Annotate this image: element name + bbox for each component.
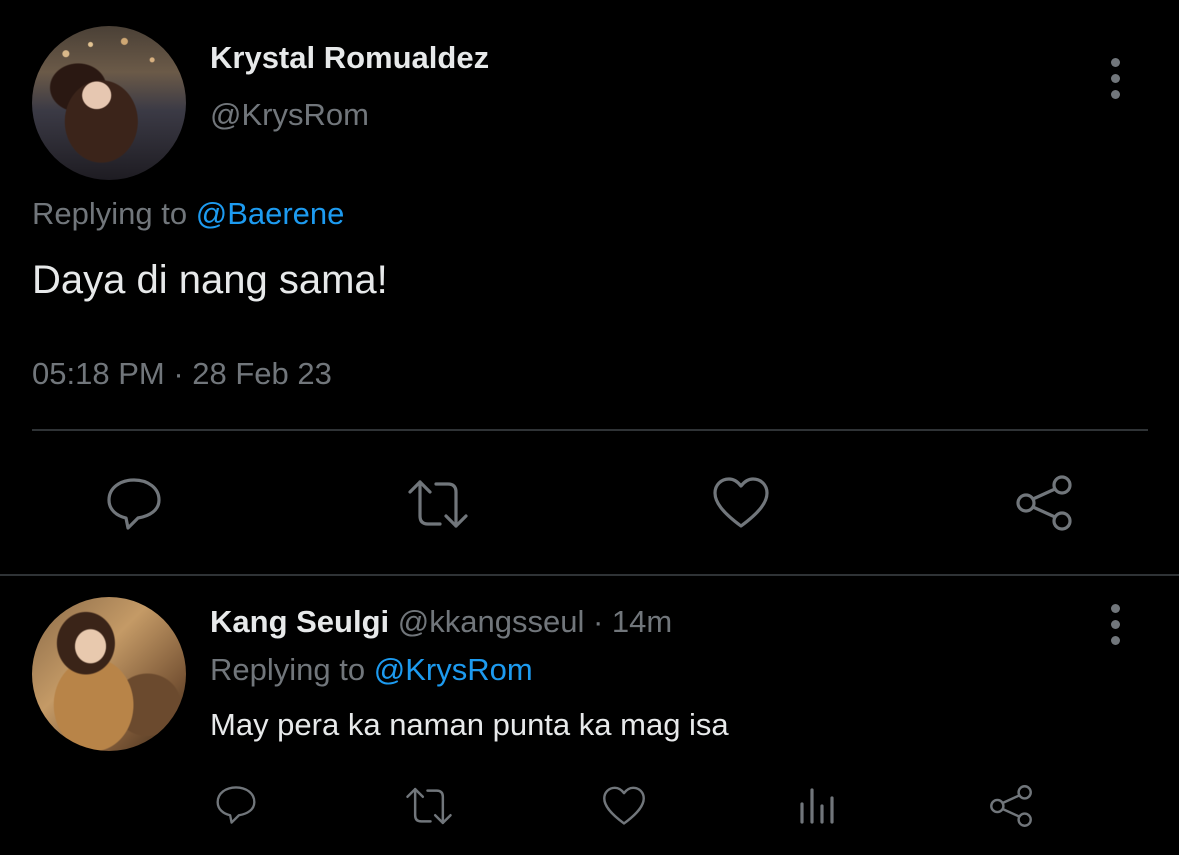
reply-replying-to-line: Replying to @KrysRom xyxy=(210,652,533,688)
retweet-icon xyxy=(406,787,452,825)
reply-text: May pera ka naman punta ka mag isa xyxy=(210,707,729,742)
reply-replying-to-link[interactable]: @KrysRom xyxy=(374,652,533,687)
more-vertical-icon[interactable] xyxy=(1110,604,1120,645)
author-handle[interactable]: @KrysRom xyxy=(210,97,369,133)
reply-author-name[interactable]: Kang Seulgi xyxy=(210,604,389,639)
share-icon xyxy=(1016,475,1072,531)
reply-author-handle[interactable]: @kkangsseul xyxy=(398,604,585,639)
tweet-date: 28 Feb 23 xyxy=(192,356,332,391)
reply-button[interactable] xyxy=(104,474,164,534)
replying-label: Replying to xyxy=(32,196,188,231)
more-vertical-icon[interactable] xyxy=(1110,58,1120,99)
reply-like-button[interactable] xyxy=(602,785,646,827)
reply-icon xyxy=(107,478,161,530)
divider xyxy=(32,429,1148,431)
retweet-button[interactable] xyxy=(406,478,470,530)
reply-reply-button[interactable] xyxy=(214,783,258,827)
reply-header: Kang Seulgi @kkangsseul · 14m xyxy=(210,604,672,640)
tweet-timestamp: 05:18 PM · 28 Feb 23 xyxy=(32,356,332,392)
reply-views-button[interactable] xyxy=(798,786,838,826)
replying-to-line: Replying to @Baerene xyxy=(32,196,344,232)
author-avatar[interactable] xyxy=(32,26,186,180)
replying-to-link[interactable]: @Baerene xyxy=(196,196,345,231)
divider xyxy=(0,574,1179,576)
tweet-time: 05:18 PM xyxy=(32,356,165,391)
tweet-text: Daya di nang sama! xyxy=(32,258,388,302)
share-button[interactable] xyxy=(1014,474,1074,532)
timestamp-separator: · xyxy=(164,356,193,391)
reply-age: · 14m xyxy=(592,604,673,639)
heart-icon xyxy=(603,786,645,825)
reply-retweet-button[interactable] xyxy=(404,786,454,826)
share-icon xyxy=(990,785,1032,827)
retweet-icon xyxy=(408,480,468,528)
reply-replying-label: Replying to xyxy=(210,652,366,687)
reply-author-avatar[interactable] xyxy=(32,597,186,751)
reply-share-button[interactable] xyxy=(988,784,1034,828)
reply-icon xyxy=(216,786,256,824)
analytics-icon xyxy=(800,788,834,824)
like-button[interactable] xyxy=(712,476,770,530)
author-name[interactable]: Krystal Romualdez xyxy=(210,40,489,76)
heart-icon xyxy=(713,477,769,528)
